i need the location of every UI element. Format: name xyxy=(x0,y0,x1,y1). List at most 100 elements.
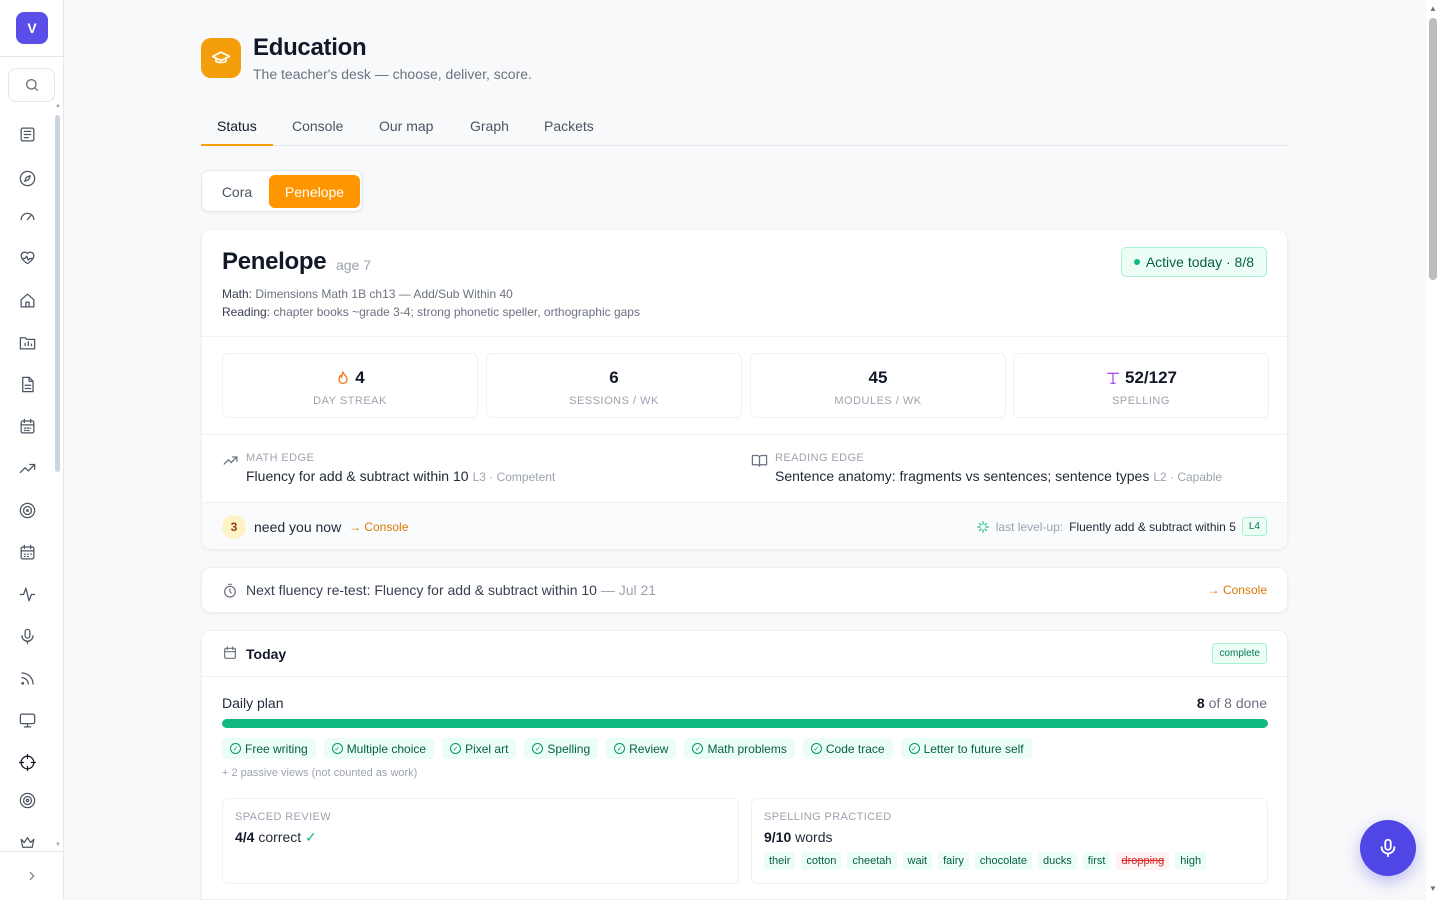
mic-icon xyxy=(1380,838,1396,858)
reading-edge-label: READING EDGE xyxy=(775,452,865,464)
crown-icon[interactable] xyxy=(17,832,37,852)
spelling-word-incorrect: dropping xyxy=(1116,852,1170,870)
voice-input-button[interactable] xyxy=(1360,820,1416,876)
spelling-word-correct: their xyxy=(764,852,796,870)
math-curriculum: Math: Dimensions Math 1B ch13 — Add/Sub … xyxy=(222,287,513,301)
math-value: Dimensions Math 1B ch13 — Add/Sub Within… xyxy=(255,287,513,301)
tab-status[interactable]: Status xyxy=(201,108,273,146)
sidebar-scroll-up[interactable]: ▲ xyxy=(55,103,61,109)
spelling-practiced-box: SPELLING PRACTICED 9/10 words their cotto… xyxy=(751,798,1268,884)
active-status-badge: Active today · 8/8 xyxy=(1120,247,1267,277)
tab-packets[interactable]: Packets xyxy=(528,108,610,146)
check-circle-icon: ✓ xyxy=(331,743,343,754)
daily-plan-progress xyxy=(222,719,1268,728)
levelup-skill: Fluently add & subtract within 5 xyxy=(1069,519,1236,534)
math-edge-label: MATH EDGE xyxy=(246,452,315,464)
search-icon xyxy=(25,79,38,91)
sparkles-icon xyxy=(976,520,989,533)
needs-text: need you now xyxy=(254,519,342,535)
check-circle-icon: ✓ xyxy=(614,743,626,754)
sidebar-scrollbar[interactable] xyxy=(55,115,60,472)
file-text-icon[interactable] xyxy=(17,374,37,394)
sidebar-divider xyxy=(0,851,63,852)
plan-done-count: 8 xyxy=(1196,695,1205,711)
retest-card: Next fluency re-test: Fluency for add & … xyxy=(201,567,1288,613)
tab-our-map[interactable]: Our map xyxy=(363,108,449,146)
check-circle-icon: ✓ xyxy=(810,743,822,754)
gauge-icon[interactable] xyxy=(17,206,37,226)
heart-pulse-icon[interactable] xyxy=(17,248,37,268)
spelling-value: 52/127 xyxy=(1125,368,1177,387)
spelling-word-correct: cotton xyxy=(801,852,842,870)
home-icon[interactable] xyxy=(17,290,37,310)
needs-attention-row: 3 need you now → Console last level-up: … xyxy=(202,502,1287,549)
child-option-penelope[interactable]: Penelope xyxy=(269,175,360,208)
tab-bar: Status Console Our map Graph Packets xyxy=(201,108,1288,146)
plan-item-label: Letter to future self xyxy=(923,741,1024,756)
reading-edge-level: L2 · Capable xyxy=(1153,470,1223,484)
monitor-icon[interactable] xyxy=(17,710,37,730)
tab-console[interactable]: Console xyxy=(276,108,359,146)
newspaper-icon[interactable] xyxy=(17,124,37,144)
spelling-word-correct: first xyxy=(1082,852,1111,870)
main-scrollbar-thumb[interactable] xyxy=(1429,18,1437,280)
retest-text: Next fluency re-test: Fluency for add & … xyxy=(246,582,656,598)
spelling-practiced-label: SPELLING PRACTICED xyxy=(764,811,892,823)
tab-graph[interactable]: Graph xyxy=(454,108,525,146)
target-icon[interactable] xyxy=(17,500,37,520)
math-key: Math: xyxy=(222,287,253,301)
child-name: Penelope xyxy=(222,248,327,275)
spelling-score: 9/10 xyxy=(764,829,792,845)
folder-chart-icon[interactable] xyxy=(17,332,37,352)
compass-icon[interactable] xyxy=(17,168,37,188)
spelling-word-correct: ducks xyxy=(1037,852,1077,870)
stat-value: 4 xyxy=(223,368,477,388)
user-avatar[interactable]: V xyxy=(16,12,48,44)
scroll-down-arrow[interactable]: ▼ xyxy=(1429,884,1437,893)
child-option-cora[interactable]: Cora xyxy=(208,175,266,208)
spaced-review-text: correct xyxy=(258,829,302,845)
reading-value: chapter books ~grade 3-4; strong phoneti… xyxy=(273,305,640,319)
rss-icon[interactable] xyxy=(17,668,37,688)
sidebar: V ▲ ▼ xyxy=(0,0,64,900)
reading-edge-value: Sentence anatomy: fragments vs sentences… xyxy=(775,468,1222,484)
scroll-up-arrow[interactable]: ▲ xyxy=(1429,4,1437,13)
plan-item: ✓ Letter to future self xyxy=(900,738,1032,759)
levelup-level-badge: L4 xyxy=(1241,517,1267,536)
needs-console-link[interactable]: → Console xyxy=(349,520,408,534)
calendar-icon[interactable] xyxy=(17,542,37,562)
stat-label: DAY STREAK xyxy=(313,395,387,407)
profile-card: Penelope age 7 Math: Dimensions Math 1B … xyxy=(201,229,1288,550)
spelling-word-correct: chocolate xyxy=(974,852,1032,870)
stat-value: 52/127 xyxy=(1014,368,1268,388)
calendar-grid-icon[interactable] xyxy=(17,416,37,436)
retest-date: — Jul 21 xyxy=(600,582,657,598)
divider xyxy=(202,434,1287,435)
math-edge-level: L3 · Competent xyxy=(472,470,556,484)
check-circle-icon: ✓ xyxy=(450,743,462,754)
spaced-review-label: SPACED REVIEW xyxy=(235,811,332,823)
reading-key: Reading: xyxy=(222,305,271,319)
trending-up-icon[interactable] xyxy=(17,458,37,478)
today-title: Today xyxy=(246,646,287,662)
plan-item-label: Code trace xyxy=(825,741,885,756)
check-circle-icon: ✓ xyxy=(692,743,704,754)
radar-icon[interactable] xyxy=(17,790,37,810)
divider xyxy=(202,676,1287,677)
sidebar-scroll-down[interactable]: ▼ xyxy=(55,842,61,848)
modules-value: 45 xyxy=(868,368,888,387)
crosshair-icon[interactable] xyxy=(17,752,37,772)
sessions-value: 6 xyxy=(609,368,619,387)
activity-icon[interactable] xyxy=(17,584,37,604)
search-button[interactable] xyxy=(8,68,55,102)
status-dot-icon xyxy=(1133,259,1140,265)
mic-icon[interactable] xyxy=(17,626,37,646)
expand-sidebar-button[interactable] xyxy=(22,866,42,886)
plan-total: of 8 done xyxy=(1208,695,1267,711)
retest-console-link[interactable]: → Console xyxy=(1208,583,1267,597)
trending-up-icon xyxy=(223,456,238,465)
main-scrollbar[interactable]: ▲ ▼ xyxy=(1426,0,1440,900)
plan-item-label: Multiple choice xyxy=(346,741,427,756)
spelling-word-correct: fairy xyxy=(938,852,969,870)
page-subtitle: The teacher's desk — choose, deliver, sc… xyxy=(253,66,532,82)
